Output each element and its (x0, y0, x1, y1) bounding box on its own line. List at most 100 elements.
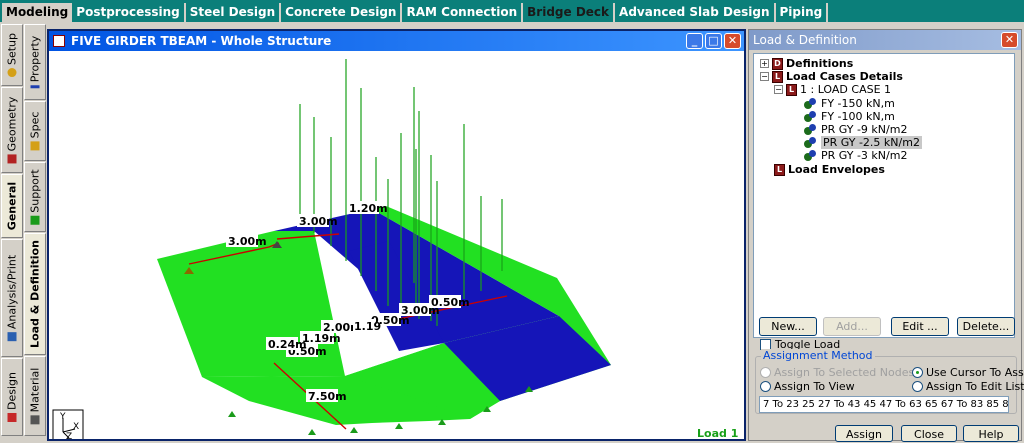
tree-load-item[interactable]: FY -150 kN,m (804, 97, 895, 110)
load-item-label: FY -100 kN,m (821, 110, 895, 123)
add-button[interactable]: Add... (823, 317, 881, 336)
support-icon (30, 215, 40, 225)
radio-dot[interactable] (912, 381, 923, 392)
load-tree[interactable]: + D Definitions − L Load Cases Details −… (753, 53, 1015, 338)
radio-label: Assign To Selected Nodes (774, 366, 915, 379)
dim-label: 3.00m (299, 215, 338, 228)
side-tab-support[interactable]: Support (24, 162, 46, 232)
tab-bridge-deck[interactable]: Bridge Deck (523, 3, 616, 22)
side-tab-spec[interactable]: Spec (24, 101, 46, 161)
side-tab-load-definition-label: Load & Definition (28, 240, 42, 348)
side-tab-design[interactable]: Design (1, 358, 23, 436)
tree-load-item[interactable]: PR GY -3 kN/m2 (804, 149, 907, 162)
view-title: FIVE GIRDER TBEAM - Whole Structure (71, 34, 332, 48)
close-button[interactable]: Close (901, 425, 957, 442)
view-title-bar[interactable]: FIVE GIRDER TBEAM - Whole Structure _ □ … (49, 31, 744, 51)
help-button[interactable]: Help (963, 425, 1019, 442)
radio-dot[interactable] (760, 381, 771, 392)
radio-use-cursor[interactable]: Use Cursor To Assign (912, 366, 1024, 379)
load-item-icon (804, 149, 818, 162)
tree-node-load-cases-details[interactable]: − L Load Cases Details (760, 70, 903, 83)
tree-load-item[interactable]: FY -100 kN,m (804, 110, 895, 123)
definitions-label: Definitions (786, 57, 854, 70)
dim-label: 3.00m (228, 235, 267, 248)
definitions-icon: D (772, 57, 783, 70)
structure-view-window[interactable]: FIVE GIRDER TBEAM - Whole Structure _ □ … (47, 29, 746, 441)
structure-canvas[interactable]: 3.00m 3.00m 1.20m 0.50m 3.00m 0.50m 2.00… (49, 51, 744, 439)
radio-assign-edit-list[interactable]: Assign To Edit List (912, 380, 1024, 393)
tab-modeling[interactable]: Modeling (2, 3, 73, 22)
collapse-icon[interactable]: − (774, 85, 783, 94)
assign-list-field[interactable]: 7 To 23 25 27 To 43 45 47 To 63 65 67 To… (759, 396, 1009, 413)
dim-label: 7.50m (308, 390, 347, 403)
side-tab-analysis-print[interactable]: Analysis/Print (1, 239, 23, 357)
side-tab-general-label: General (5, 181, 19, 231)
collapse-icon[interactable]: − (760, 72, 769, 81)
side-tab-material[interactable]: Material (24, 356, 46, 436)
axis-x-label: X (73, 422, 79, 432)
tree-load-item[interactable]: PR GY -9 kN/m2 (804, 123, 907, 136)
load-cases-icon: L (772, 70, 783, 83)
analysis-print-icon (7, 332, 17, 342)
radio-dot-selected[interactable] (912, 367, 923, 378)
radio-label: Assign To View (774, 380, 855, 393)
side-tab-geometry[interactable]: Geometry (1, 87, 23, 173)
panel-close-icon[interactable]: ✕ (1001, 32, 1018, 48)
load-item-icon (804, 136, 818, 149)
tab-ram-connection[interactable]: RAM Connection (402, 3, 524, 22)
side-tab-property[interactable]: Property (24, 24, 46, 100)
dim-label: 1.20m (349, 202, 388, 215)
close-icon[interactable]: ✕ (724, 33, 741, 49)
load-cases-details-label: Load Cases Details (786, 70, 903, 83)
radio-assign-selected-nodes[interactable]: Assign To Selected Nodes (760, 366, 914, 379)
load-item-icon (804, 110, 818, 123)
load-item-label: FY -150 kN,m (821, 97, 895, 110)
setup-icon (7, 68, 17, 78)
tab-steel-design[interactable]: Steel Design (186, 3, 282, 22)
load-item-icon (804, 123, 818, 136)
side-tab-spec-label: Spec (28, 111, 42, 139)
tree-node-load-case-1[interactable]: − L 1 : LOAD CASE 1 (774, 83, 891, 96)
load-envelopes-icon: L (774, 163, 785, 176)
load-case-1-label: 1 : LOAD CASE 1 (800, 83, 892, 96)
tab-piping[interactable]: Piping (776, 3, 829, 22)
side-tab-load-definition[interactable]: Load & Definition (24, 233, 46, 355)
material-icon (30, 415, 40, 425)
outer-side-tabs: Setup Geometry General Analysis/Print De… (1, 24, 23, 441)
delete-button[interactable]: Delete... (957, 317, 1015, 336)
dim-label: 1.19m (302, 332, 341, 345)
radio-label: Assign To Edit List (926, 380, 1024, 393)
tab-concrete-design[interactable]: Concrete Design (281, 3, 403, 22)
expand-icon[interactable]: + (760, 59, 769, 68)
tab-postprocessing[interactable]: Postprocessing (72, 3, 186, 22)
new-button[interactable]: New... (759, 317, 817, 336)
edit-button[interactable]: Edit ... (891, 317, 949, 336)
tree-node-load-envelopes[interactable]: L Load Envelopes (774, 163, 885, 176)
tree-load-item-selected[interactable]: PR GY -2.5 kN/m2 (804, 136, 922, 149)
radio-dot[interactable] (760, 367, 771, 378)
assignment-method-label: Assignment Method (761, 349, 875, 362)
tab-advanced-slab-design[interactable]: Advanced Slab Design (615, 3, 776, 22)
geometry-icon (7, 154, 17, 164)
axis-z-label: Z (66, 432, 72, 439)
side-tab-setup[interactable]: Setup (1, 24, 23, 86)
minimize-icon[interactable]: _ (686, 33, 703, 49)
menu-tabs-bar: Modeling Postprocessing Steel Design Con… (0, 0, 1024, 22)
radio-assign-view[interactable]: Assign To View (760, 380, 855, 393)
side-tab-geometry-label: Geometry (5, 96, 19, 152)
tree-node-definitions[interactable]: + D Definitions (760, 57, 853, 70)
window-app-icon (53, 35, 65, 47)
assign-button[interactable]: Assign (835, 425, 893, 442)
inner-side-tabs: Property Spec Support Load & Definition … (24, 24, 46, 441)
load-item-label: PR GY -2.5 kN/m2 (821, 136, 922, 149)
panel-title-bar[interactable]: Load & Definition ✕ (749, 30, 1021, 50)
side-tab-setup-label: Setup (5, 32, 19, 66)
spec-icon (30, 141, 40, 151)
side-tab-material-label: Material (28, 367, 42, 413)
axis-indicator: Y X Z (52, 409, 84, 439)
maximize-icon[interactable]: □ (705, 33, 722, 49)
axis-y-label: Y (59, 412, 66, 422)
dim-label: 0.24m (268, 338, 307, 351)
load-definition-panel: Load & Definition ✕ + D Definitions − L … (748, 29, 1024, 442)
side-tab-general[interactable]: General (1, 174, 23, 238)
